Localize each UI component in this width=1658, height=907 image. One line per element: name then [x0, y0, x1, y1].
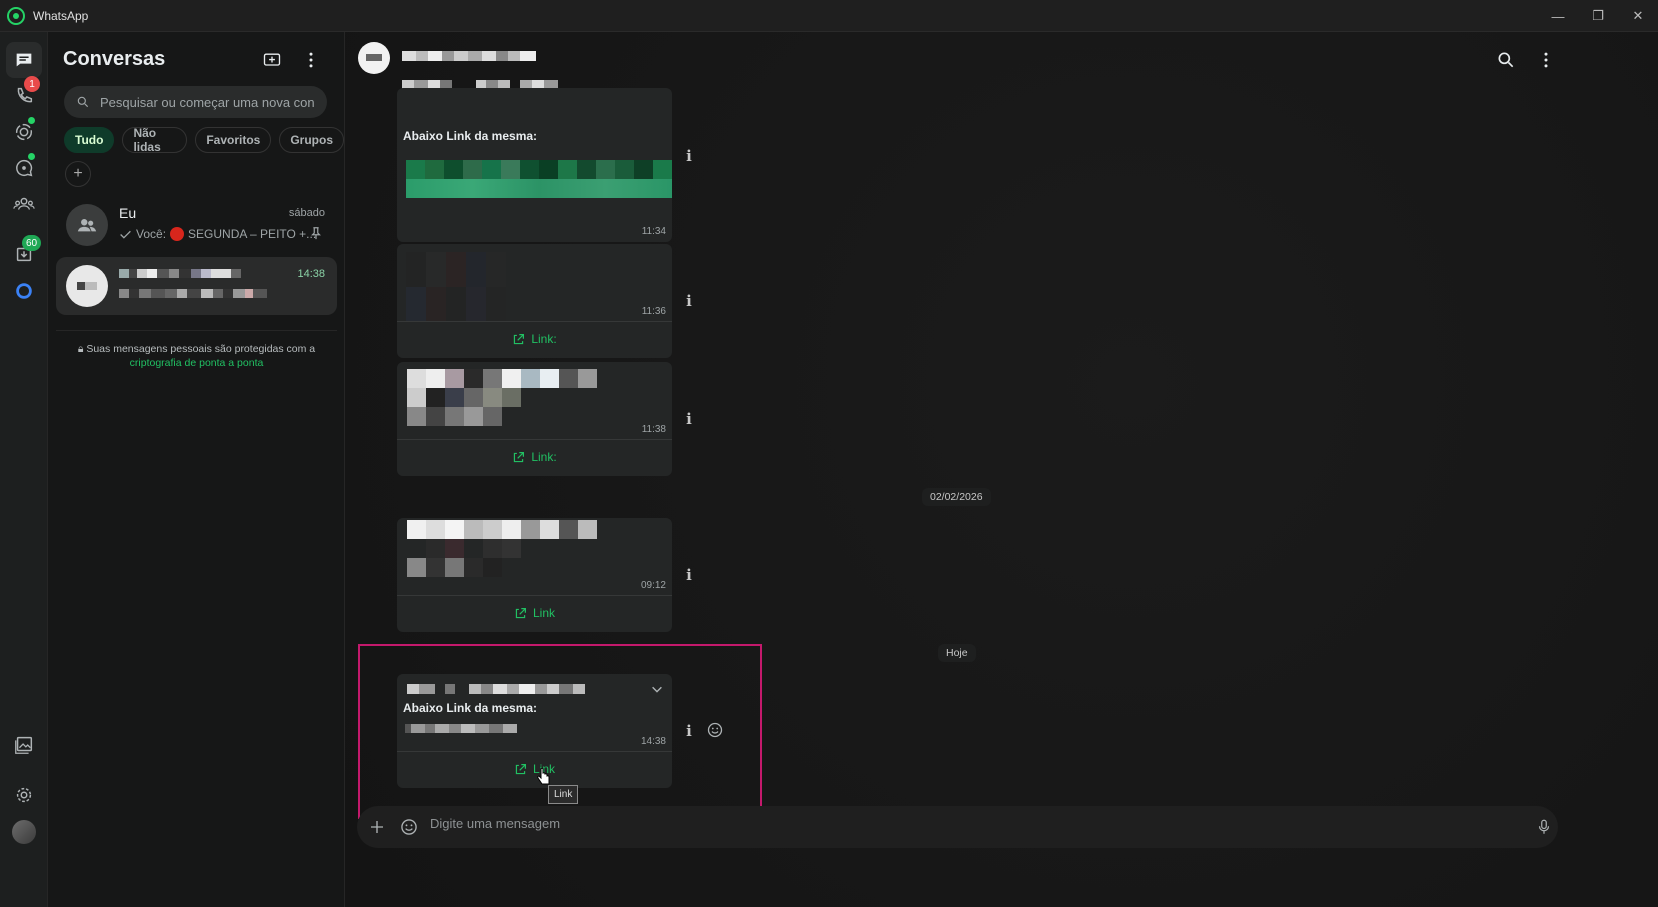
chat-time: 14:38	[297, 268, 325, 280]
window-controls: — ❐ ✕	[1538, 0, 1658, 32]
message-time: 09:12	[640, 580, 666, 591]
date-separator: 02/02/2026	[922, 488, 991, 506]
check-icon	[120, 230, 131, 239]
new-chat-icon[interactable]	[260, 48, 284, 72]
redacted-content	[406, 252, 506, 322]
redacted-content	[407, 369, 597, 426]
message-bubble[interactable]: 09:12 Link	[397, 518, 672, 632]
minimize-button[interactable]: —	[1538, 0, 1578, 32]
link-label: Link	[532, 606, 555, 620]
redacted-contact-name	[402, 51, 536, 61]
chats-icon[interactable]	[6, 42, 42, 78]
search-icon	[77, 96, 89, 108]
tooltip: Link	[548, 785, 579, 804]
redacted-chat-preview	[119, 289, 289, 298]
communities-icon[interactable]	[6, 186, 42, 222]
filter-groups[interactable]: Grupos	[279, 127, 344, 153]
link-button[interactable]: Link	[397, 596, 672, 630]
link-button[interactable]: Link:	[397, 440, 672, 474]
title-bar: WhatsApp — ❐ ✕	[0, 0, 1658, 32]
redacted-avatar	[77, 282, 97, 290]
message-time: 11:38	[641, 424, 666, 435]
hand-cursor-icon	[537, 767, 551, 787]
filter-chips: Tudo Não lidas Favoritos Grupos	[64, 126, 344, 154]
chat-name: Eu	[119, 205, 137, 221]
menu-kebab-icon[interactable]	[299, 48, 323, 72]
sticker-emoji-icon[interactable]	[397, 815, 421, 839]
window-title: WhatsApp	[33, 8, 89, 23]
filter-all[interactable]: Tudo	[64, 127, 115, 153]
external-link-icon	[514, 333, 525, 344]
group-avatar-icon	[66, 204, 108, 246]
settings-gear-icon[interactable]	[6, 777, 42, 813]
link-label: Link:	[531, 332, 557, 346]
message-time: 11:36	[641, 306, 666, 317]
archived-badge: 60	[22, 235, 42, 251]
navigation-rail: 1 60	[0, 32, 48, 907]
link-label: Link:	[531, 450, 557, 464]
encryption-link[interactable]: criptografia de ponta a ponta	[130, 357, 264, 369]
info-icon[interactable]: i	[683, 292, 695, 310]
chat-preview-text: SEGUNDA – PEITO +...	[188, 227, 317, 241]
redacted-content	[407, 520, 597, 577]
info-icon[interactable]: i	[683, 410, 695, 428]
add-filter-button[interactable]: +	[65, 161, 91, 187]
profile-avatar-icon[interactable]	[6, 814, 42, 850]
contact-avatar	[66, 265, 108, 307]
filter-favorites[interactable]: Favoritos	[195, 127, 272, 153]
external-link-icon	[515, 607, 526, 618]
red-circle-emoji-icon	[170, 227, 185, 241]
pin-icon	[311, 227, 321, 240]
info-icon[interactable]: i	[683, 147, 695, 165]
date-separator: Hoje	[938, 644, 976, 662]
message-input[interactable]	[430, 816, 1480, 831]
external-link-icon	[514, 451, 525, 462]
chat-item-eu[interactable]: Eu sábado Você: SEGUNDA – PEITO +...	[56, 196, 337, 254]
meta-ai-icon[interactable]	[6, 273, 42, 309]
encryption-note: 🔒︎ Suas mensagens pessoais são protegida…	[68, 342, 325, 370]
encryption-note-text: Suas mensagens pessoais são protegidas c…	[86, 343, 316, 355]
redacted-chat-name	[119, 269, 251, 278]
filter-unread[interactable]: Não lidas	[122, 126, 188, 154]
message-bubble[interactable]: Abaixo Link da mesma: 11:34	[397, 88, 672, 242]
channels-dot	[28, 153, 35, 160]
link-button[interactable]: Link:	[397, 322, 672, 356]
chat-time: sábado	[288, 207, 325, 219]
chat-preview-prefix: Você:	[136, 227, 167, 241]
contact-avatar[interactable]	[358, 42, 390, 74]
chat-list-title: Conversas	[63, 48, 166, 70]
channels-icon[interactable]	[6, 150, 42, 186]
media-gallery-icon[interactable]	[6, 727, 42, 763]
status-dot	[28, 117, 35, 124]
search-icon[interactable]	[1494, 48, 1518, 72]
message-bubble[interactable]: 11:36 Link:	[397, 244, 672, 358]
chat-list-panel: Conversas Tudo Não lidas Favoritos Grupo…	[48, 32, 345, 907]
message-text: Abaixo Link da mesma:	[403, 129, 538, 143]
close-button[interactable]: ✕	[1618, 0, 1658, 32]
message-composer	[357, 806, 1558, 848]
search-input[interactable]	[100, 94, 315, 110]
calls-badge: 1	[24, 76, 40, 92]
divider	[56, 330, 337, 331]
microphone-icon[interactable]	[1532, 815, 1556, 839]
whatsapp-logo-icon	[7, 6, 25, 25]
search-bar[interactable]	[64, 86, 327, 118]
attach-plus-icon[interactable]	[365, 815, 389, 839]
menu-kebab-icon[interactable]	[1534, 48, 1558, 72]
info-icon[interactable]: i	[683, 566, 695, 584]
message-bubble[interactable]: 11:38 Link:	[397, 362, 672, 476]
chat-preview: Você: SEGUNDA – PEITO +...	[119, 227, 316, 241]
message-time: 11:34	[641, 226, 666, 237]
chat-item-selected[interactable]: 14:38	[56, 257, 337, 315]
redacted-link-preview	[406, 160, 672, 198]
status-icon[interactable]	[6, 114, 42, 150]
maximize-button[interactable]: ❐	[1578, 0, 1618, 32]
